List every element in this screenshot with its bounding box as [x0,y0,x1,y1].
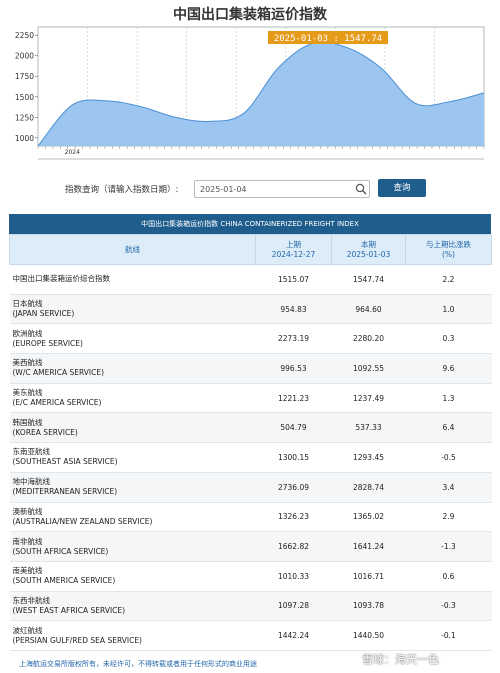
change-value: 0.6 [405,561,492,592]
change-value: 2.2 [405,264,492,295]
query-button[interactable]: 查询 [378,179,426,197]
prev-value: 996.53 [255,353,332,384]
date-input[interactable] [194,180,370,198]
table-row: 中国出口集装箱运价综合指数 1515.07 1547.74 2.2 [9,264,492,295]
table-row: 东西非航线 (WEST EAST AFRICA SERVICE) 1097.28 … [9,591,492,622]
curr-value: 2280.20 [331,323,406,355]
table-row: 澳新航线 (AUSTRALIA/NEW ZEALAND SERVICE) 1326… [9,502,492,533]
curr-value: 537.33 [331,412,406,444]
route-name: 韩国航线 (KOREA SERVICE) [9,412,256,444]
table-row: 美西航线 (W/C AMERICA SERVICE) 996.53 1092.55… [9,353,492,384]
watermark: 雪球：海天一色 [362,653,439,666]
header-route: 航线 [9,234,256,265]
prev-value: 2736.09 [255,472,332,503]
curr-value: 1293.45 [331,442,406,473]
query-label: 指数查询（请输入指数日期）: [65,185,179,195]
prev-value: 1221.23 [255,383,332,414]
prev-value: 1442.24 [255,620,332,651]
table-row: 波红航线 (PERSIAN GULF/RED SEA SERVICE) 1442.… [9,620,492,651]
change-value: 6.4 [405,412,492,444]
y-tick-label: 2250 [15,31,34,40]
change-value: 0.3 [405,323,492,355]
change-value: 2.9 [405,502,492,533]
prev-value: 504.79 [255,412,332,444]
prev-value: 1515.07 [255,264,332,295]
prev-value: 954.83 [255,294,332,325]
table-header-row: 航线 上期 2024-12-27 本期 2025-01-03 与上期比涨跌 (%) [9,234,492,265]
copyright-note: 上海航运交易所版权所有，未经许可，不得转载或者用于任何形式的商业用途 [19,660,257,668]
change-value: -0.1 [405,620,492,651]
search-icon[interactable] [355,183,367,195]
tooltip-text: 2025-01-03 : 1547.74 [274,34,382,44]
route-name: 东西非航线 (WEST EAST AFRICA SERVICE) [9,591,256,622]
curr-value: 1093.78 [331,591,406,622]
y-tick-label: 2000 [15,52,34,61]
prev-value: 1010.33 [255,561,332,592]
route-name: 南美航线 (SOUTH AMERICA SERVICE) [9,561,256,592]
curr-value: 1641.24 [331,531,406,562]
route-name: 南非航线 (SOUTH AFRICA SERVICE) [9,531,256,562]
header-curr: 本期 2025-01-03 [331,234,406,265]
curr-value: 964.60 [331,294,406,325]
table-title: 中国出口集装箱运价指数 CHINA CONTAINERIZED FREIGHT … [9,214,491,234]
index-table: 中国出口集装箱运价指数 CHINA CONTAINERIZED FREIGHT … [9,214,492,651]
curr-value: 1440.50 [331,620,406,651]
change-value: 3.4 [405,472,492,503]
table-row: 南美航线 (SOUTH AMERICA SERVICE) 1010.33 1016… [9,561,492,592]
change-value: -1.3 [405,531,492,562]
curr-value: 1547.74 [331,264,406,295]
y-tick-label: 1250 [15,113,34,122]
table-row: 日本航线 (JAPAN SERVICE) 954.83 964.60 1.0 [9,294,492,325]
route-name: 欧洲航线 (EUROPE SERVICE) [9,323,256,355]
table-row: 美东航线 (E/C AMERICA SERVICE) 1221.23 1237.4… [9,383,492,414]
route-name: 美西航线 (W/C AMERICA SERVICE) [9,353,256,384]
prev-value: 1300.15 [255,442,332,473]
route-name: 中国出口集装箱运价综合指数 [9,264,256,295]
route-name: 地中海航线 (MEDITERRANEAN SERVICE) [9,472,256,503]
x-tick-label: 2024 [65,149,80,156]
change-value: -0.3 [405,591,492,622]
prev-value: 1662.82 [255,531,332,562]
route-name: 美东航线 (E/C AMERICA SERVICE) [9,383,256,414]
route-name: 日本航线 (JAPAN SERVICE) [9,294,256,325]
prev-value: 1097.28 [255,591,332,622]
index-chart: 中国出口集装箱运价指数 1000 1250 1500 1750 2000 2250 2024… [15,6,485,160]
y-tick-label: 1000 [15,134,34,143]
route-name: 波红航线 (PERSIAN GULF/RED SEA SERVICE) [9,620,256,651]
table-row: 韩国航线 (KOREA SERVICE) 504.79 537.33 6.4 [9,412,492,444]
change-value: -0.5 [405,442,492,473]
chart-title: 中国出口集装箱运价指数 [173,6,328,23]
route-name: 东南亚航线 (SOUTHEAST ASIA SERVICE) [9,442,256,473]
route-name: 澳新航线 (AUSTRALIA/NEW ZEALAND SERVICE) [9,502,256,533]
curr-value: 1016.71 [331,561,406,592]
table-row: 地中海航线 (MEDITERRANEAN SERVICE) 2736.09 282… [9,472,492,503]
query-row: 指数查询（请输入指数日期）: 查询 [0,178,500,200]
header-change: 与上期比涨跌 (%) [405,234,492,265]
prev-value: 2273.19 [255,323,332,355]
table-row: 欧洲航线 (EUROPE SERVICE) 2273.19 2280.20 0.3 [9,323,492,355]
table-row: 东南亚航线 (SOUTHEAST ASIA SERVICE) 1300.15 12… [9,442,492,473]
header-prev: 上期 2024-12-27 [255,234,332,265]
change-value: 1.0 [405,294,492,325]
y-tick-label: 1500 [15,93,34,102]
table-row: 南非航线 (SOUTH AFRICA SERVICE) 1662.82 1641.… [9,531,492,562]
curr-value: 1237.49 [331,383,406,414]
change-value: 9.6 [405,353,492,384]
curr-value: 1365.02 [331,502,406,533]
curr-value: 2828.74 [331,472,406,503]
chart-panel: 中国出口集装箱运价指数 1000 1250 1500 1750 2000 2250 2024… [0,0,500,165]
prev-value: 1326.23 [255,502,332,533]
curr-value: 1092.55 [331,353,406,384]
change-value: 1.3 [405,383,492,414]
y-tick-label: 1750 [15,72,34,81]
